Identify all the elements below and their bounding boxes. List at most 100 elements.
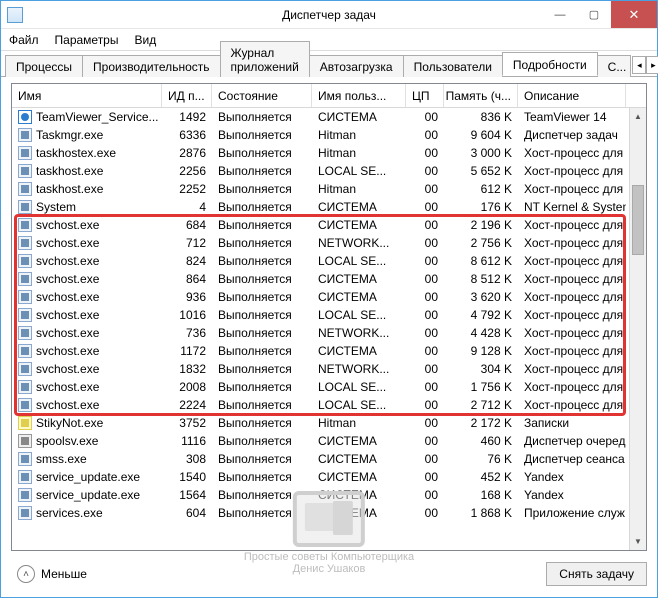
- cell-desc: Диспетчер очереди...: [518, 434, 626, 448]
- table-row[interactable]: svchost.exe2008ВыполняетсяLOCAL SE...001…: [12, 378, 646, 396]
- table-row[interactable]: svchost.exe1832ВыполняетсяNETWORK...0030…: [12, 360, 646, 378]
- tab-startup[interactable]: Автозагрузка: [309, 55, 404, 77]
- cell-name: service_update.exe: [12, 470, 162, 484]
- cell-name-text: service_update.exe: [36, 470, 140, 484]
- scroll-thumb[interactable]: [632, 185, 644, 255]
- cell-desc: Хост-процесс для з...: [518, 182, 626, 196]
- cell-name: Taskmgr.exe: [12, 128, 162, 142]
- tab-processes[interactable]: Процессы: [5, 55, 83, 77]
- cell-state: Выполняется: [212, 344, 312, 358]
- table-row[interactable]: services.exe604ВыполняетсяСИСТЕМА001 868…: [12, 504, 646, 522]
- tab-services[interactable]: С...: [597, 55, 632, 77]
- cell-mem: 4 792 K: [444, 308, 518, 322]
- table-row[interactable]: System4ВыполняетсяСИСТЕМА00176 KNT Kerne…: [12, 198, 646, 216]
- cell-state: Выполняется: [212, 290, 312, 304]
- process-icon: [18, 434, 32, 448]
- table-row[interactable]: svchost.exe712ВыполняетсяNETWORK...002 7…: [12, 234, 646, 252]
- cell-state: Выполняется: [212, 452, 312, 466]
- col-mem[interactable]: Память (ч...: [444, 84, 518, 107]
- cell-mem: 1 756 K: [444, 380, 518, 394]
- tab-scroll-right[interactable]: ▸: [646, 56, 658, 74]
- table-row[interactable]: svchost.exe864ВыполняетсяСИСТЕМА008 512 …: [12, 270, 646, 288]
- table-row[interactable]: svchost.exe2224ВыполняетсяLOCAL SE...002…: [12, 396, 646, 414]
- cell-mem: 2 172 K: [444, 416, 518, 430]
- cell-user: СИСТЕМА: [312, 272, 406, 286]
- cell-cpu: 00: [406, 506, 444, 520]
- fewer-details-button[interactable]: ˄ Меньше: [11, 562, 93, 586]
- cell-mem: 176 K: [444, 200, 518, 214]
- cell-name: spoolsv.exe: [12, 434, 162, 448]
- table-row[interactable]: service_update.exe1540ВыполняетсяСИСТЕМА…: [12, 468, 646, 486]
- cell-state: Выполняется: [212, 470, 312, 484]
- close-button[interactable]: ✕: [611, 1, 657, 28]
- menu-file[interactable]: Файл: [9, 33, 39, 47]
- table-row[interactable]: svchost.exe936ВыполняетсяСИСТЕМА003 620 …: [12, 288, 646, 306]
- cell-mem: 2 196 K: [444, 218, 518, 232]
- cell-user: Hitman: [312, 182, 406, 196]
- cell-cpu: 00: [406, 488, 444, 502]
- cell-pid: 2256: [162, 164, 212, 178]
- end-task-button[interactable]: Снять задачу: [546, 562, 647, 586]
- cell-desc: Приложение служ...: [518, 506, 626, 520]
- col-desc[interactable]: Описание: [518, 84, 626, 107]
- maximize-button[interactable]: ▢: [577, 1, 611, 28]
- table-row[interactable]: taskhost.exe2256ВыполняетсяLOCAL SE...00…: [12, 162, 646, 180]
- cell-name: svchost.exe: [12, 308, 162, 322]
- cell-mem: 3 620 K: [444, 290, 518, 304]
- scroll-down-icon[interactable]: ▼: [630, 533, 646, 550]
- cell-name: TeamViewer_Service...: [12, 110, 162, 124]
- table-row[interactable]: svchost.exe736ВыполняетсяNETWORK...004 4…: [12, 324, 646, 342]
- col-name[interactable]: Имя: [12, 84, 162, 107]
- cell-desc: Yandex: [518, 488, 626, 502]
- table-row[interactable]: taskhostex.exe2876ВыполняетсяHitman003 0…: [12, 144, 646, 162]
- cell-user: СИСТЕМА: [312, 434, 406, 448]
- cell-user: СИСТЕМА: [312, 506, 406, 520]
- tab-app-history[interactable]: Журнал приложений: [220, 41, 310, 77]
- tab-users[interactable]: Пользователи: [403, 55, 503, 77]
- table-row[interactable]: TeamViewer_Service...1492ВыполняетсяСИСТ…: [12, 108, 646, 126]
- cell-user: СИСТЕМА: [312, 452, 406, 466]
- col-cpu[interactable]: ЦП: [406, 84, 444, 107]
- vertical-scrollbar[interactable]: ▲ ▼: [629, 108, 646, 550]
- tab-scroll-left[interactable]: ◂: [632, 56, 646, 74]
- table-row[interactable]: StikyNot.exe3752ВыполняетсяHitman002 172…: [12, 414, 646, 432]
- cell-mem: 1 868 K: [444, 506, 518, 520]
- cell-user: NETWORK...: [312, 236, 406, 250]
- table-row[interactable]: service_update.exe1564ВыполняетсяСИСТЕМА…: [12, 486, 646, 504]
- minimize-button[interactable]: —: [543, 1, 577, 28]
- col-state[interactable]: Состояние: [212, 84, 312, 107]
- cell-name: taskhostex.exe: [12, 146, 162, 160]
- table-row[interactable]: svchost.exe1016ВыполняетсяLOCAL SE...004…: [12, 306, 646, 324]
- table-row[interactable]: Taskmgr.exe6336ВыполняетсяHitman009 604 …: [12, 126, 646, 144]
- col-user[interactable]: Имя польз...: [312, 84, 406, 107]
- scroll-up-icon[interactable]: ▲: [630, 108, 646, 125]
- tab-details[interactable]: Подробности: [502, 52, 598, 76]
- table-row[interactable]: smss.exe308ВыполняетсяСИСТЕМА0076 KДиспе…: [12, 450, 646, 468]
- table-row[interactable]: spoolsv.exe1116ВыполняетсяСИСТЕМА00460 K…: [12, 432, 646, 450]
- cell-name-text: svchost.exe: [36, 398, 99, 412]
- cell-user: LOCAL SE...: [312, 398, 406, 412]
- cell-name: taskhost.exe: [12, 164, 162, 178]
- cell-pid: 736: [162, 326, 212, 340]
- cell-cpu: 00: [406, 416, 444, 430]
- cell-user: Hitman: [312, 416, 406, 430]
- cell-user: СИСТЕМА: [312, 470, 406, 484]
- table-row[interactable]: svchost.exe684ВыполняетсяСИСТЕМА002 196 …: [12, 216, 646, 234]
- cell-user: Hitman: [312, 146, 406, 160]
- cell-cpu: 00: [406, 218, 444, 232]
- cell-state: Выполняется: [212, 488, 312, 502]
- table-row[interactable]: svchost.exe1172ВыполняетсяСИСТЕМА009 128…: [12, 342, 646, 360]
- menu-view[interactable]: Вид: [134, 33, 156, 47]
- process-icon: [18, 272, 32, 286]
- cell-mem: 4 428 K: [444, 326, 518, 340]
- table-row[interactable]: svchost.exe824ВыполняетсяLOCAL SE...008 …: [12, 252, 646, 270]
- cell-desc: Хост-процесс для с...: [518, 308, 626, 322]
- tab-performance[interactable]: Производительность: [82, 55, 220, 77]
- menu-options[interactable]: Параметры: [55, 33, 119, 47]
- table-row[interactable]: taskhost.exe2252ВыполняетсяHitman00612 K…: [12, 180, 646, 198]
- col-pid[interactable]: ИД п...: [162, 84, 212, 107]
- cell-mem: 168 K: [444, 488, 518, 502]
- cell-name-text: StikyNot.exe: [36, 416, 103, 430]
- cell-cpu: 00: [406, 236, 444, 250]
- cell-pid: 712: [162, 236, 212, 250]
